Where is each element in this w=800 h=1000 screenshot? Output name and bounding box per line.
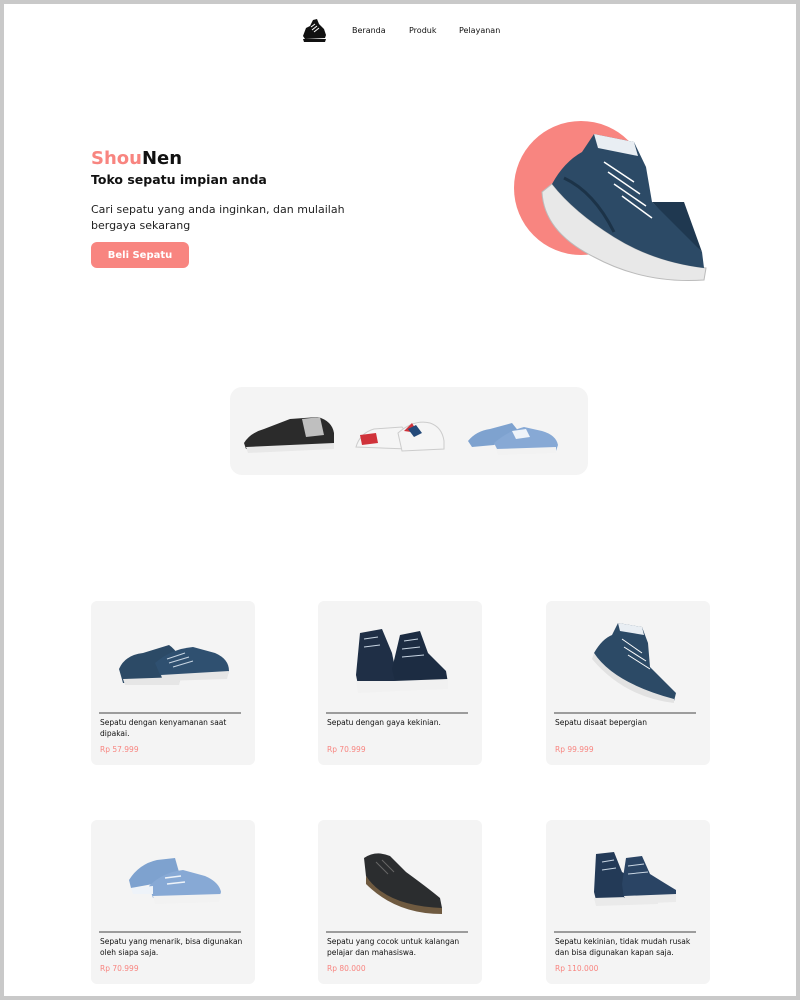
product-price: Rp 57.999 [100, 745, 139, 754]
product-price: Rp 70.999 [100, 964, 139, 973]
card-divider [554, 712, 696, 714]
card-divider [326, 712, 468, 714]
nav-link-pelayanan[interactable]: Pelayanan [459, 26, 500, 35]
product-title: Sepatu yang cocok untuk kalangan pelajar… [327, 937, 460, 957]
sneaker-logo-icon[interactable] [300, 16, 328, 44]
hero-tagline: Toko sepatu impian anda [91, 172, 267, 187]
product-image [592, 623, 676, 703]
brand-name: ShouNen [91, 148, 182, 169]
product-title: Sepatu disaat bepergian [555, 718, 647, 727]
product-price: Rp 80.000 [327, 964, 366, 973]
product-image [594, 852, 676, 906]
card-divider [554, 931, 696, 933]
product-title: Sepatu dengan gaya kekinian. [327, 718, 441, 727]
card-divider [99, 712, 241, 714]
product-image [356, 629, 448, 693]
brand-part-1: Shou [91, 148, 142, 169]
page: Beranda Produk Pelayanan ShouNen Toko se… [4, 4, 796, 996]
top-nav: Beranda Produk Pelayanan [300, 16, 560, 46]
product-price: Rp 110.000 [555, 964, 599, 973]
shoe-strip [230, 387, 588, 475]
strip-shoe-light-blue[interactable] [464, 403, 560, 457]
strip-shoe-red-white[interactable] [352, 403, 448, 457]
product-card[interactable]: Sepatu dengan kenyamanan saat dipakai. R… [91, 601, 255, 765]
product-price: Rp 99.999 [555, 745, 594, 754]
strip-shoe-black[interactable] [240, 403, 336, 457]
hero-description: Cari sepatu yang anda inginkan, dan mula… [91, 203, 345, 232]
product-title: Sepatu yang menarik, bisa digunakan oleh… [100, 937, 243, 957]
product-card[interactable]: Sepatu yang cocok untuk kalangan pelajar… [318, 820, 482, 984]
card-divider [326, 931, 468, 933]
product-image [119, 645, 229, 685]
product-image [364, 853, 442, 914]
product-image [129, 858, 221, 904]
product-price: Rp 70.999 [327, 745, 366, 754]
nav-link-produk[interactable]: Produk [409, 26, 436, 35]
card-divider [99, 931, 241, 933]
product-title: Sepatu kekinian, tidak mudah rusak dan b… [555, 937, 691, 957]
product-card[interactable]: Sepatu dengan gaya kekinian. Rp 70.999 [318, 601, 482, 765]
hero-shoe-image [541, 134, 707, 281]
product-card[interactable]: Sepatu disaat bepergian Rp 99.999 [546, 601, 710, 765]
buy-shoes-button[interactable]: Beli Sepatu [91, 242, 189, 268]
product-card[interactable]: Sepatu kekinian, tidak mudah rusak dan b… [546, 820, 710, 984]
brand-part-2: Nen [141, 148, 183, 169]
nav-link-beranda[interactable]: Beranda [352, 26, 386, 35]
product-card[interactable]: Sepatu yang menarik, bisa digunakan oleh… [91, 820, 255, 984]
product-title: Sepatu dengan kenyamanan saat dipakai. [100, 718, 227, 738]
